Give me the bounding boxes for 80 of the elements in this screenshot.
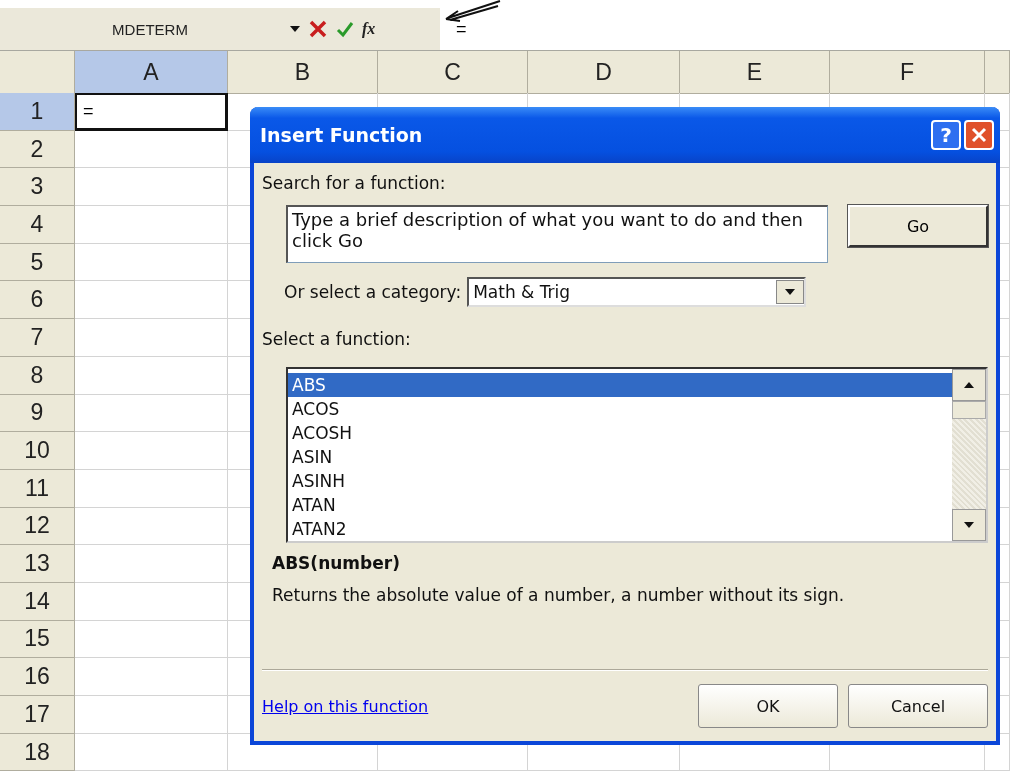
select-all-corner[interactable] <box>0 51 75 94</box>
sheet-cell[interactable] <box>75 319 228 357</box>
caret-icon <box>785 289 796 295</box>
sheet-cell[interactable] <box>75 206 228 244</box>
row-header[interactable]: 2 <box>0 130 75 169</box>
function-signature: ABS(number) <box>272 553 401 573</box>
row-header[interactable]: 5 <box>0 243 75 282</box>
row-header[interactable]: 14 <box>0 582 75 621</box>
row-header[interactable]: 4 <box>0 206 75 244</box>
row-header[interactable]: 17 <box>0 696 75 734</box>
function-item[interactable]: ATAN <box>288 493 952 517</box>
row-header[interactable]: 3 <box>0 168 75 207</box>
row-header[interactable]: 6 <box>0 281 75 320</box>
go-button[interactable]: Go <box>848 205 988 247</box>
sheet-cell[interactable] <box>75 130 228 169</box>
column-header[interactable]: C <box>378 51 528 94</box>
function-description: Returns the absolute value of a number, a number without its sign. <box>272 585 846 605</box>
search-label: Search for a function: <box>262 173 447 193</box>
dialog-button[interactable]: Cancel <box>848 684 988 728</box>
row-header[interactable]: 1 <box>0 93 75 131</box>
row-header[interactable]: 18 <box>0 733 75 772</box>
column-header[interactable]: F <box>830 51 985 94</box>
dialog-title: Insert Function <box>260 124 424 146</box>
sheet-cell[interactable] <box>75 658 228 696</box>
column-header[interactable]: E <box>680 51 830 94</box>
category-select[interactable]: Math & Trig <box>467 277 807 307</box>
dropdown-button[interactable] <box>776 280 805 304</box>
sheet-cell[interactable] <box>75 469 228 508</box>
row-header[interactable]: 15 <box>0 620 75 659</box>
formula-field[interactable]: = <box>440 8 1010 50</box>
category-label: Or select a category: <box>284 282 462 302</box>
function-item[interactable]: ACOSH <box>288 421 952 445</box>
sheet-cell[interactable] <box>75 545 228 583</box>
scroll-up-button[interactable] <box>952 369 986 401</box>
function-item[interactable]: ASINH <box>288 469 952 493</box>
sheet-cell[interactable] <box>75 582 228 621</box>
row-header[interactable]: 9 <box>0 394 75 433</box>
scroll-down-button[interactable] <box>952 509 986 541</box>
sheet-cell[interactable] <box>75 281 228 320</box>
function-item[interactable]: ATAN2 <box>288 517 952 541</box>
row-header[interactable]: 8 <box>0 356 75 395</box>
column-header[interactable]: B <box>228 51 378 94</box>
sheet-cell[interactable] <box>75 733 228 772</box>
sheet-cell[interactable] <box>75 696 228 734</box>
search-field[interactable]: Type a brief description of what you want to do and then click Go <box>286 205 828 263</box>
sheet-cell[interactable] <box>75 394 228 433</box>
help-link[interactable]: Help on this function <box>262 696 688 716</box>
dialog-button[interactable]: OK <box>698 684 838 728</box>
insert-function-button[interactable]: fx <box>362 20 376 38</box>
close-button[interactable] <box>964 120 994 150</box>
function-item[interactable]: ASIN <box>288 445 952 469</box>
scroll-thumb[interactable] <box>952 401 986 419</box>
column-header[interactable]: D <box>528 51 680 94</box>
up-arrow-icon <box>964 382 974 388</box>
function-item[interactable]: ABS <box>288 373 952 397</box>
scrollbar[interactable] <box>952 369 986 541</box>
cancel-icon[interactable] <box>308 19 328 39</box>
row-header[interactable]: 13 <box>0 545 75 583</box>
row-header[interactable]: 10 <box>0 432 75 470</box>
check-icon[interactable] <box>336 20 354 38</box>
active-cell[interactable]: = <box>75 93 228 131</box>
sheet-cell[interactable] <box>75 507 228 546</box>
sheet-cell[interactable] <box>75 356 228 395</box>
row-header[interactable]: 7 <box>0 319 75 357</box>
row-header[interactable]: 12 <box>0 507 75 546</box>
sheet-cell[interactable] <box>75 168 228 207</box>
sheet-cell[interactable] <box>75 620 228 659</box>
sheet-cell[interactable] <box>75 243 228 282</box>
column-header[interactable] <box>985 51 1010 94</box>
row-header[interactable]: 11 <box>0 469 75 508</box>
function-label: Select a function: <box>262 329 412 349</box>
caret-icon <box>290 26 300 32</box>
sheet-cell[interactable] <box>75 432 228 470</box>
down-arrow-icon <box>964 522 974 528</box>
help-button[interactable]: ? <box>931 120 961 150</box>
function-item[interactable]: ACOS <box>288 397 952 421</box>
close-icon <box>971 127 987 143</box>
column-header[interactable]: A <box>75 51 228 94</box>
name-box[interactable]: MDETERM <box>75 20 225 38</box>
row-header[interactable]: 16 <box>0 658 75 696</box>
